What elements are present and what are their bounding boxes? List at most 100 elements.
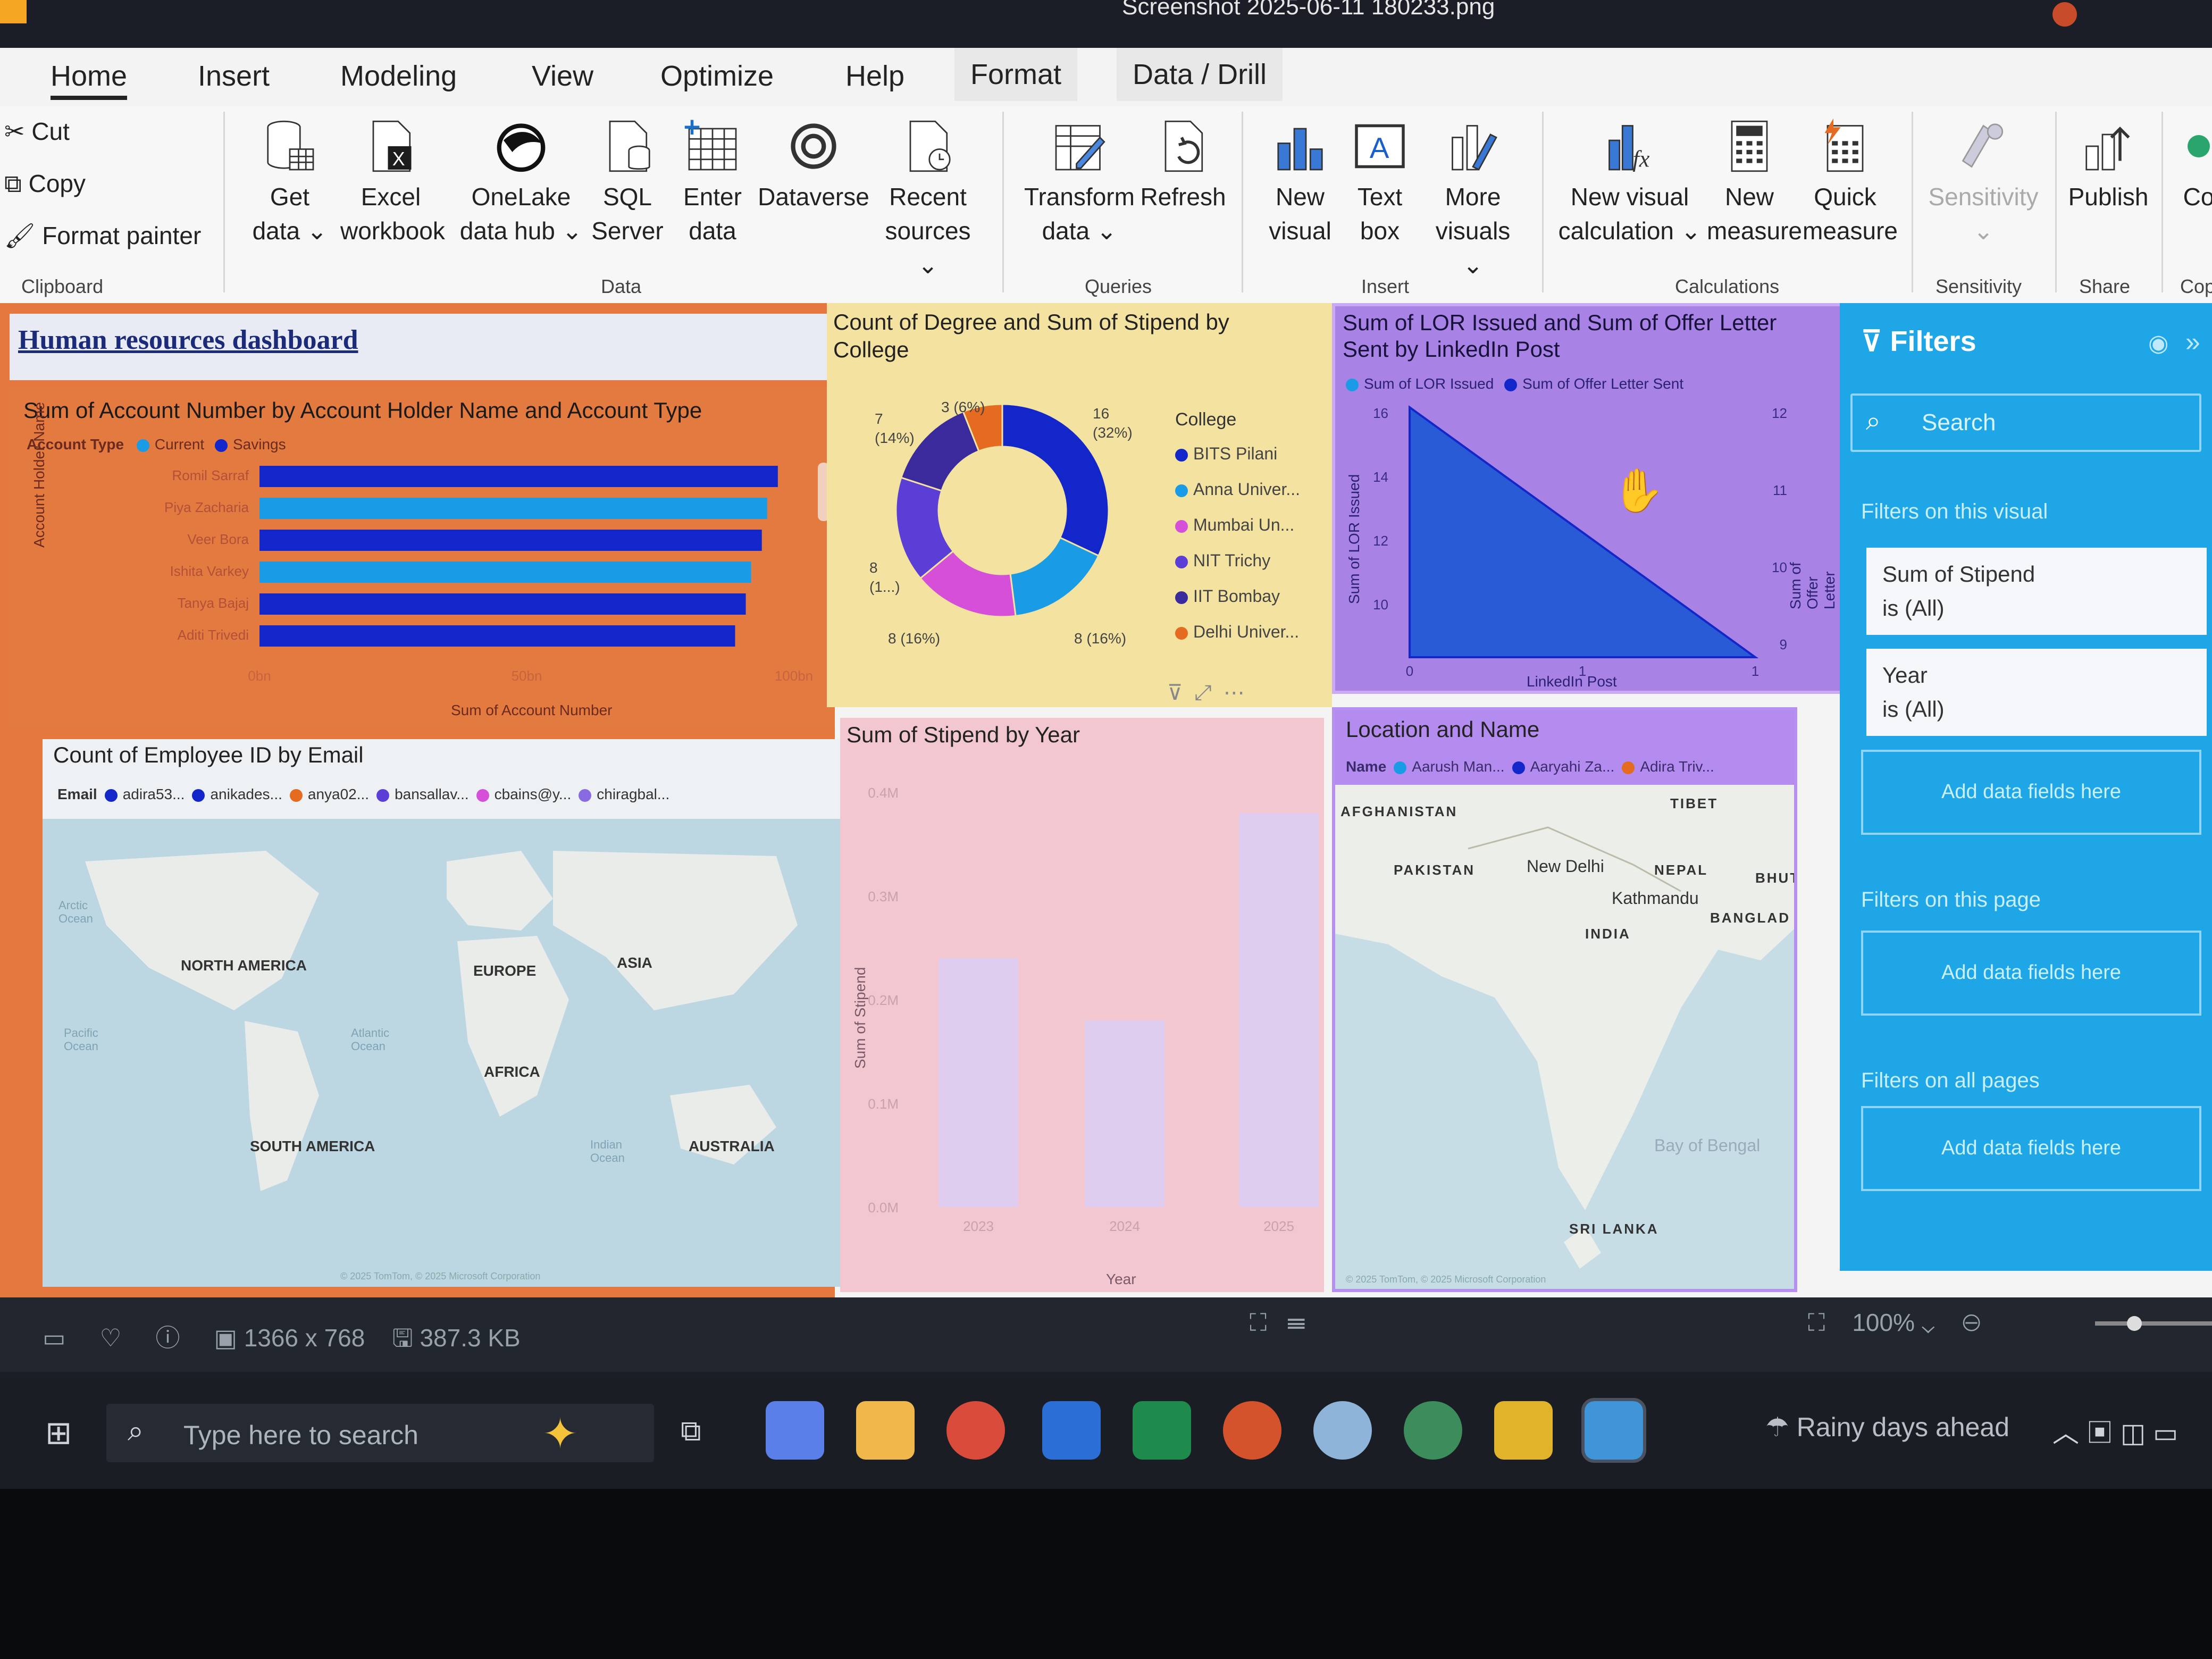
new-visual-calculation-button[interactable]: fx New visual calculation ⌄ [1558,117,1702,248]
battery-icon[interactable]: ▭ [2153,1418,2178,1448]
legend-dot [289,789,303,802]
avatar[interactable] [2052,2,2077,27]
crop-icon[interactable]: ⛶ [1250,1309,1267,1336]
transform-data-button[interactable]: Transform data ⌄ [1021,117,1138,248]
text-box-button[interactable]: A Text box [1340,117,1420,248]
tab-home[interactable]: Home [51,60,128,100]
get-data-button[interactable]: Get data ⌄ [245,117,335,248]
map-label: EUROPE [473,962,537,979]
group-data: Data [601,275,642,297]
zoom-slider-thumb[interactable] [2127,1316,2142,1331]
task-view-icon[interactable]: ⧉ [681,1414,701,1448]
tab-insert[interactable]: Insert [198,60,270,93]
tab-help[interactable]: Help [845,60,904,93]
more-visuals-icon [1452,125,1497,171]
add-fields-all[interactable]: Add data fields here [1861,1106,2201,1191]
location-map[interactable]: Location and Name Name Aarush Man... Aarya… [1332,707,1797,1292]
weather-widget[interactable]: ☂ Rainy days ahead [1765,1412,2009,1443]
format-painter-button[interactable]: 🖌 Format painter [4,221,201,250]
favorite-icon[interactable]: ♡ [99,1324,121,1352]
excel-icon[interactable] [1133,1401,1191,1460]
taskbar-search-box[interactable]: ⌕ Type here to search ✦ [106,1404,654,1462]
filter-search-input[interactable]: ⌕ Search [1850,393,2201,452]
stipend-bar-chart[interactable]: Sum of Stipend by Year 0.4M 0.3M 0.2M 0.1M 0… [840,718,1324,1292]
word-icon[interactable] [1042,1401,1101,1460]
copy-button[interactable]: ⧉ Copy [4,169,86,199]
tab-view[interactable]: View [532,60,593,93]
dataverse-icon [791,123,836,169]
powerpoint-icon[interactable] [1223,1401,1281,1460]
search-placeholder: Search [1922,409,1996,435]
employee-world-map[interactable]: Count of Employee ID by Email Email adira… [43,739,840,1287]
publish-button[interactable]: Publish [2063,117,2154,214]
email-legend-item[interactable]: chiragbal... [571,786,669,802]
donut-legend-item[interactable]: NIT Trichy [1175,543,1300,579]
name-legend-item[interactable]: Adira Triv... [1614,758,1714,775]
add-fields-page[interactable]: Add data fields here [1861,931,2201,1016]
zoom-slider[interactable] [2095,1321,2212,1326]
focus-mode-icon[interactable]: ⤢ [1195,681,1212,705]
donut-legend-item[interactable]: Anna Univer... [1175,472,1300,507]
sql-server-button[interactable]: SQL Server [588,117,667,248]
enter-data-button[interactable]: Enter data [673,117,752,248]
collapse-pane-icon[interactable]: » [2185,326,2200,357]
fit-window-icon[interactable]: ⛶ [1808,1309,1825,1336]
tab-format[interactable]: Format [954,48,1078,101]
filmstrip-icon[interactable]: ▭ [43,1324,65,1352]
email-legend-item[interactable]: adira53... [97,786,185,802]
network-icon[interactable]: ▣ [2087,1418,2113,1448]
chevron-up-icon[interactable]: ︿ [2052,1418,2079,1448]
tab-data-drill[interactable]: Data / Drill [1117,48,1283,101]
format-painter-label: Format painter [42,222,202,249]
app-icon[interactable] [1313,1401,1372,1460]
sensitivity-label: Sensitivity [1928,183,2039,211]
edge-icon[interactable] [1404,1401,1462,1460]
copilot-button[interactable]: Co [2175,117,2212,214]
donut-legend-item[interactable]: IIT Bombay [1175,579,1300,614]
add-fields-visual[interactable]: Add data fields here [1861,750,2201,835]
volume-icon[interactable]: ◫ [2121,1418,2146,1448]
more-visuals-button[interactable]: More visuals ⌄ [1422,117,1523,282]
zoom-out-icon[interactable]: ⊖ [1962,1309,1981,1336]
new-measure-button[interactable]: New measure [1707,117,1802,248]
donut-legend-item[interactable]: BITS Pilani [1175,436,1300,472]
info-icon[interactable]: ⓘ [156,1324,180,1352]
photos-icon[interactable] [1581,1398,1646,1463]
email-legend-item[interactable]: cbains@y... [469,786,571,802]
zoom-level[interactable]: 100% [1852,1309,1915,1336]
title-textbox[interactable]: Human resources dashboard [10,314,828,380]
copilot-taskbar-icon[interactable] [766,1401,824,1460]
power-bi-icon[interactable] [1494,1401,1553,1460]
dataverse-button[interactable]: Dataverse [755,117,872,214]
filter-icon[interactable]: ⊽ [1167,681,1183,705]
tab-optimize[interactable]: Optimize [660,60,774,93]
email-legend-item[interactable]: anikades... [185,786,282,802]
recent-sources-button[interactable]: Recent sources ⌄ [877,117,978,282]
filter-card-stipend[interactable]: Sum of Stipend is (All) [1866,548,2207,635]
quick-measure-button[interactable]: Quick measure [1803,117,1898,248]
account-bar-chart[interactable]: Sum of Account Number by Account Holder … [10,388,835,728]
onelake-data-hub-button[interactable]: OneLake data hub ⌄ [455,117,588,248]
windows-start-icon[interactable]: ⊞ [45,1414,72,1452]
new-visual-button[interactable]: New visual [1260,117,1340,248]
email-legend-item[interactable]: bansallav... [369,786,469,802]
text-scan-icon[interactable]: ☰ [1287,1309,1306,1336]
eye-icon[interactable]: ◉ [2148,330,2168,357]
cut-button[interactable]: ✂ Cut [4,117,70,146]
tab-modeling[interactable]: Modeling [340,60,457,93]
refresh-button[interactable]: Refresh [1138,117,1228,214]
lor-area-chart[interactable]: Sum of LOR Issued and Sum of Offer Lette… [1332,303,1848,694]
world-map-svg [43,819,840,1287]
chrome-icon[interactable] [946,1401,1005,1460]
email-legend-item[interactable]: anya02... [282,786,369,802]
file-explorer-icon[interactable] [856,1401,915,1460]
excel-workbook-button[interactable]: X Excel workbook [340,117,445,248]
college-donut-chart[interactable]: Count of Degree and Sum of Stipend by Col… [827,303,1332,707]
donut-legend-item[interactable]: Mumbai Un... [1175,507,1300,543]
name-legend-item[interactable]: Aaryahi Za... [1505,758,1614,775]
donut-legend-item[interactable]: Delhi Univer... [1175,614,1300,650]
sensitivity-button[interactable]: Sensitivity ⌄ [1920,117,2047,248]
filter-card-year[interactable]: Year is (All) [1866,649,2207,736]
name-legend-item[interactable]: Aarush Man... [1386,758,1505,775]
more-options-icon[interactable]: ⋯ [1224,681,1245,705]
